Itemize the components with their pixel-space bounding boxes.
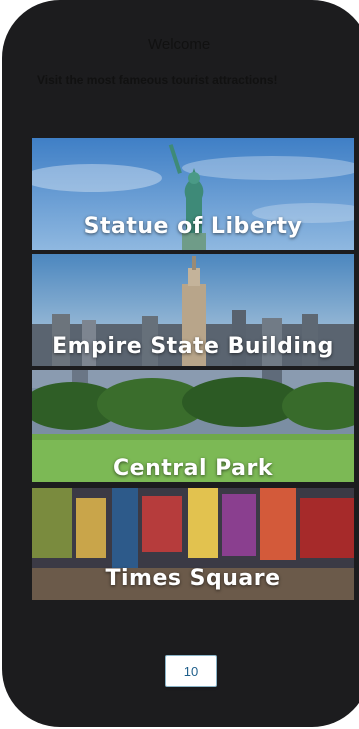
attraction-card-times-square[interactable]: Times Square — [32, 488, 354, 600]
page-counter-button[interactable]: 10 — [165, 655, 217, 687]
attraction-label: Empire State Building — [52, 334, 334, 359]
page-title: Welcome — [148, 36, 211, 53]
attraction-label: Times Square — [105, 566, 281, 591]
attraction-label: Statue of Liberty — [83, 214, 303, 239]
attraction-card-statue-of-liberty[interactable]: Statue of Liberty — [32, 138, 354, 250]
attraction-card-central-park[interactable]: Central Park — [32, 370, 354, 482]
page-subtitle: Visit the most fameous tourist attractio… — [37, 73, 278, 87]
attraction-card-empire-state-building[interactable]: Empire State Building — [32, 254, 354, 366]
attraction-label: Central Park — [113, 456, 273, 481]
